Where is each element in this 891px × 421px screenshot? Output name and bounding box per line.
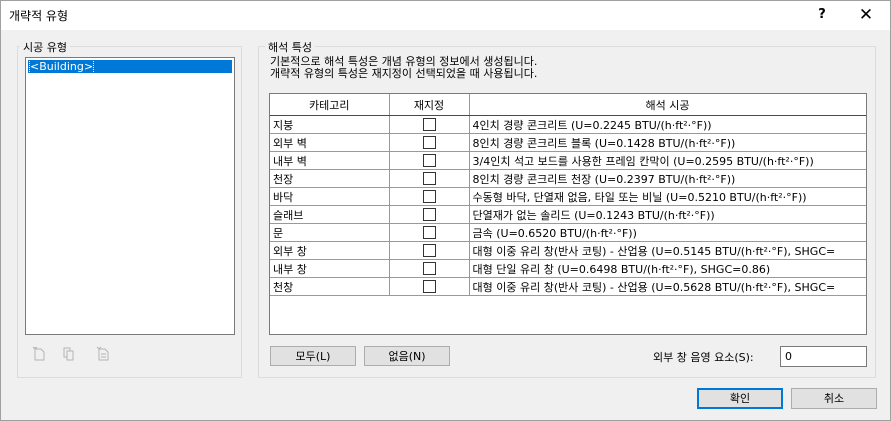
column-header-analytic-construction[interactable]: 해석 시공 xyxy=(469,94,866,116)
category-cell: 슬래브 xyxy=(270,205,390,224)
override-checkbox[interactable] xyxy=(422,208,436,222)
table-row[interactable]: 천장 8인치 경량 콘크리트 천장 (U=0.2397 BTU/(h·ft²·°F… xyxy=(270,169,866,188)
analytic-construction-cell[interactable]: 8인치 경량 콘크리트 블록 (U=0.1428 BTU/(h·ft²·°F)) xyxy=(469,133,866,152)
override-cell xyxy=(389,241,470,260)
cancel-button[interactable]: 취소 xyxy=(791,388,877,409)
override-cell xyxy=(389,205,470,224)
analytic-construction-cell[interactable]: 대형 단일 유리 창 (U=0.6498 BTU/(h·ft²·°F), SHG… xyxy=(469,259,866,278)
category-cell: 외부 벽 xyxy=(270,133,390,152)
analytic-construction-cell[interactable]: 대형 이중 유리 창(반사 코팅) - 산업용 (U=0.5628 BTU/(h… xyxy=(469,277,866,296)
override-checkbox[interactable] xyxy=(422,172,436,186)
none-button[interactable]: 없음(N) xyxy=(364,346,450,366)
help-button[interactable]: ? xyxy=(803,0,841,30)
override-checkbox[interactable] xyxy=(422,244,436,258)
close-button[interactable]: ✕ xyxy=(847,0,885,30)
table-row[interactable]: 천창 대형 이중 유리 창(반사 코팅) - 산업용 (U=0.5628 BTU/… xyxy=(270,277,866,296)
title-bar: 개략적 유형 ? ✕ xyxy=(0,0,891,30)
table-row[interactable]: 내부 벽 3/4인치 석고 보드를 사용한 프레임 칸막이 (U=0.2595 B… xyxy=(270,151,866,170)
category-cell: 내부 벽 xyxy=(270,151,390,170)
override-cell xyxy=(389,259,470,278)
category-cell: 바닥 xyxy=(270,187,390,206)
category-cell: 천창 xyxy=(270,277,390,296)
analytic-construction-cell[interactable]: 3/4인치 석고 보드를 사용한 프레임 칸막이 (U=0.2595 BTU/(… xyxy=(469,151,866,170)
override-cell xyxy=(389,223,470,242)
override-cell xyxy=(389,115,470,134)
override-cell xyxy=(389,169,470,188)
override-checkbox[interactable] xyxy=(422,118,436,132)
ok-button[interactable]: 확인 xyxy=(697,388,783,409)
window-title: 개략적 유형 xyxy=(9,9,69,23)
override-cell xyxy=(389,277,470,296)
analytic-construction-cell[interactable]: 8인치 경량 콘크리트 천장 (U=0.2397 BTU/(h·ft²·°F)) xyxy=(469,169,866,188)
shading-factor-label: 외부 창 음영 요소(S): xyxy=(653,351,754,364)
override-checkbox[interactable] xyxy=(422,226,436,240)
category-cell: 천장 xyxy=(270,169,390,188)
override-checkbox[interactable] xyxy=(422,262,436,276)
override-cell xyxy=(389,187,470,206)
override-checkbox[interactable] xyxy=(422,154,436,168)
category-cell: 내부 창 xyxy=(270,259,390,278)
list-item-building[interactable]: <Building> xyxy=(28,59,232,74)
override-cell xyxy=(389,151,470,170)
category-cell: 지붕 xyxy=(270,115,390,134)
override-checkbox[interactable] xyxy=(422,190,436,204)
all-button[interactable]: 모두(L) xyxy=(270,346,356,366)
category-cell: 외부 창 xyxy=(270,241,390,260)
analytic-properties-label: 해석 특성 xyxy=(265,39,315,55)
table-row[interactable]: 내부 창 대형 단일 유리 창 (U=0.6498 BTU/(h·ft²·°F),… xyxy=(270,259,866,278)
construction-types-list[interactable]: <Building> xyxy=(25,57,235,335)
column-header-category[interactable]: 카테고리 xyxy=(270,94,390,116)
table-row[interactable]: 지붕 4인치 경량 콘크리트 (U=0.2245 BTU/(h·ft²·°F)) xyxy=(270,115,866,134)
shading-factor-input[interactable]: 0 xyxy=(780,346,867,367)
analytic-construction-cell[interactable]: 금속 (U=0.6520 BTU/(h·ft²·°F)) xyxy=(469,223,866,242)
description-line-2: 개략적 유형의 특성은 재지정이 선택되었을 때 사용됩니다. xyxy=(270,67,538,80)
duplicate-icon[interactable] xyxy=(59,346,79,366)
override-checkbox[interactable] xyxy=(422,136,436,150)
analytic-construction-cell[interactable]: 4인치 경량 콘크리트 (U=0.2245 BTU/(h·ft²·°F)) xyxy=(469,115,866,134)
column-header-override[interactable]: 재지정 xyxy=(389,94,470,116)
table-row[interactable]: 문 금속 (U=0.6520 BTU/(h·ft²·°F)) xyxy=(270,223,866,242)
new-type-icon[interactable] xyxy=(29,346,49,366)
analytic-construction-cell[interactable]: 수동형 바닥, 단열재 없음, 타일 또는 비닐 (U=0.5210 BTU/(… xyxy=(469,187,866,206)
rename-icon[interactable] xyxy=(93,346,113,366)
table-row[interactable]: 바닥 수동형 바닥, 단열재 없음, 타일 또는 비닐 (U=0.5210 BTU… xyxy=(270,187,866,206)
construction-types-label: 시공 유형 xyxy=(20,39,70,55)
table-row[interactable]: 외부 창 대형 이중 유리 창(반사 코팅) - 산업용 (U=0.5145 BT… xyxy=(270,241,866,260)
override-cell xyxy=(389,133,470,152)
analytic-construction-cell[interactable]: 대형 이중 유리 창(반사 코팅) - 산업용 (U=0.5145 BTU/(h… xyxy=(469,241,866,260)
table-row[interactable]: 슬래브 단열재가 없는 솔리드 (U=0.1243 BTU/(h·ft²·°F)) xyxy=(270,205,866,224)
analytic-construction-cell[interactable]: 단열재가 없는 솔리드 (U=0.1243 BTU/(h·ft²·°F)) xyxy=(469,205,866,224)
override-checkbox[interactable] xyxy=(422,280,436,294)
table-row[interactable]: 외부 벽 8인치 경량 콘크리트 블록 (U=0.1428 BTU/(h·ft²·… xyxy=(270,133,866,152)
analytic-properties-table: 카테고리 재지정 해석 시공 지붕 4인치 경량 콘크리트 (U=0.2245 B… xyxy=(269,93,867,335)
category-cell: 문 xyxy=(270,223,390,242)
